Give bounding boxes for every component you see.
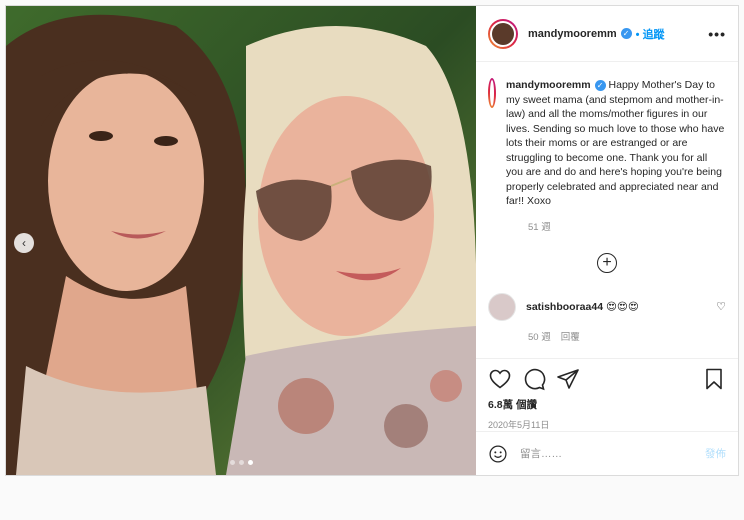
verified-badge-icon: ✓ — [620, 28, 632, 39]
caption-timestamp[interactable]: 51 週 — [528, 219, 726, 233]
follow-button[interactable]: • 追蹤 — [636, 26, 665, 42]
avatar[interactable] — [488, 18, 518, 49]
carousel-dot — [229, 460, 235, 465]
username-link[interactable]: mandymooremm — [528, 28, 617, 40]
comment-bubble-icon[interactable] — [522, 367, 546, 391]
post-sidebar: mandymooremm ✓ • 追蹤 ••• mandymooremm ✓ Ha… — [476, 6, 738, 475]
emoji-smiley-icon[interactable] — [488, 444, 508, 464]
comment-meta: 50 週 回覆 — [528, 329, 726, 343]
photo-illustration — [6, 6, 476, 475]
previous-slide-button[interactable]: ‹ — [14, 233, 34, 253]
plus-icon: + — [602, 253, 612, 271]
verified-badge-icon: ✓ — [594, 79, 606, 91]
carousel-dot-active — [247, 460, 253, 465]
caption: mandymooremm ✓ Happy Mother's Day to my s… — [488, 78, 726, 209]
post-date[interactable]: 2020年5月11日 — [488, 418, 726, 431]
comment-item: satishbooraa44 😍😍😍 ♡ — [488, 292, 726, 321]
carousel-indicator — [6, 460, 476, 465]
comment-input[interactable] — [520, 447, 705, 460]
add-comment-bar: 發佈 — [476, 431, 738, 475]
post-card: ‹ mandymooremm ✓ • 追蹤 ••• mandymooremm ✓ … — [5, 5, 739, 476]
like-heart-icon[interactable] — [488, 367, 512, 391]
carousel-dot — [238, 460, 244, 465]
comment-text: satishbooraa44 😍😍😍 — [526, 301, 639, 313]
caption-text: mandymooremm ✓ Happy Mother's Day to my s… — [506, 78, 726, 209]
commenter-avatar[interactable] — [488, 292, 516, 321]
caption-body: Happy Mother's Day to my sweet mama (and… — [506, 79, 725, 207]
caption-username[interactable]: mandymooremm — [506, 79, 591, 91]
post-header: mandymooremm ✓ • 追蹤 ••• — [476, 6, 738, 62]
post-comment-button[interactable]: 發佈 — [705, 446, 726, 461]
follow-label: 追蹤 — [642, 28, 665, 41]
post-actions: 6.8萬 個讚 2020年5月11日 — [476, 358, 738, 431]
like-comment-heart-icon[interactable]: ♡ — [716, 300, 726, 313]
action-bar — [488, 365, 726, 393]
chevron-left-icon: ‹ — [22, 236, 26, 250]
comment-body: 😍😍😍 — [605, 300, 639, 313]
share-send-icon[interactable] — [556, 367, 580, 391]
avatar[interactable] — [488, 78, 496, 108]
comment-timestamp[interactable]: 50 週 — [528, 329, 551, 343]
commenter-username[interactable]: satishbooraa44 — [526, 301, 603, 313]
comments-section: mandymooremm ✓ Happy Mother's Day to my s… — [476, 62, 738, 358]
like-count[interactable]: 6.8萬 個讚 — [488, 397, 726, 412]
save-bookmark-icon[interactable] — [702, 367, 726, 391]
reply-button[interactable]: 回覆 — [561, 329, 580, 343]
load-more-comments-button[interactable]: + — [597, 252, 617, 273]
more-options-icon[interactable]: ••• — [708, 26, 726, 42]
post-photo[interactable]: ‹ — [6, 6, 476, 475]
